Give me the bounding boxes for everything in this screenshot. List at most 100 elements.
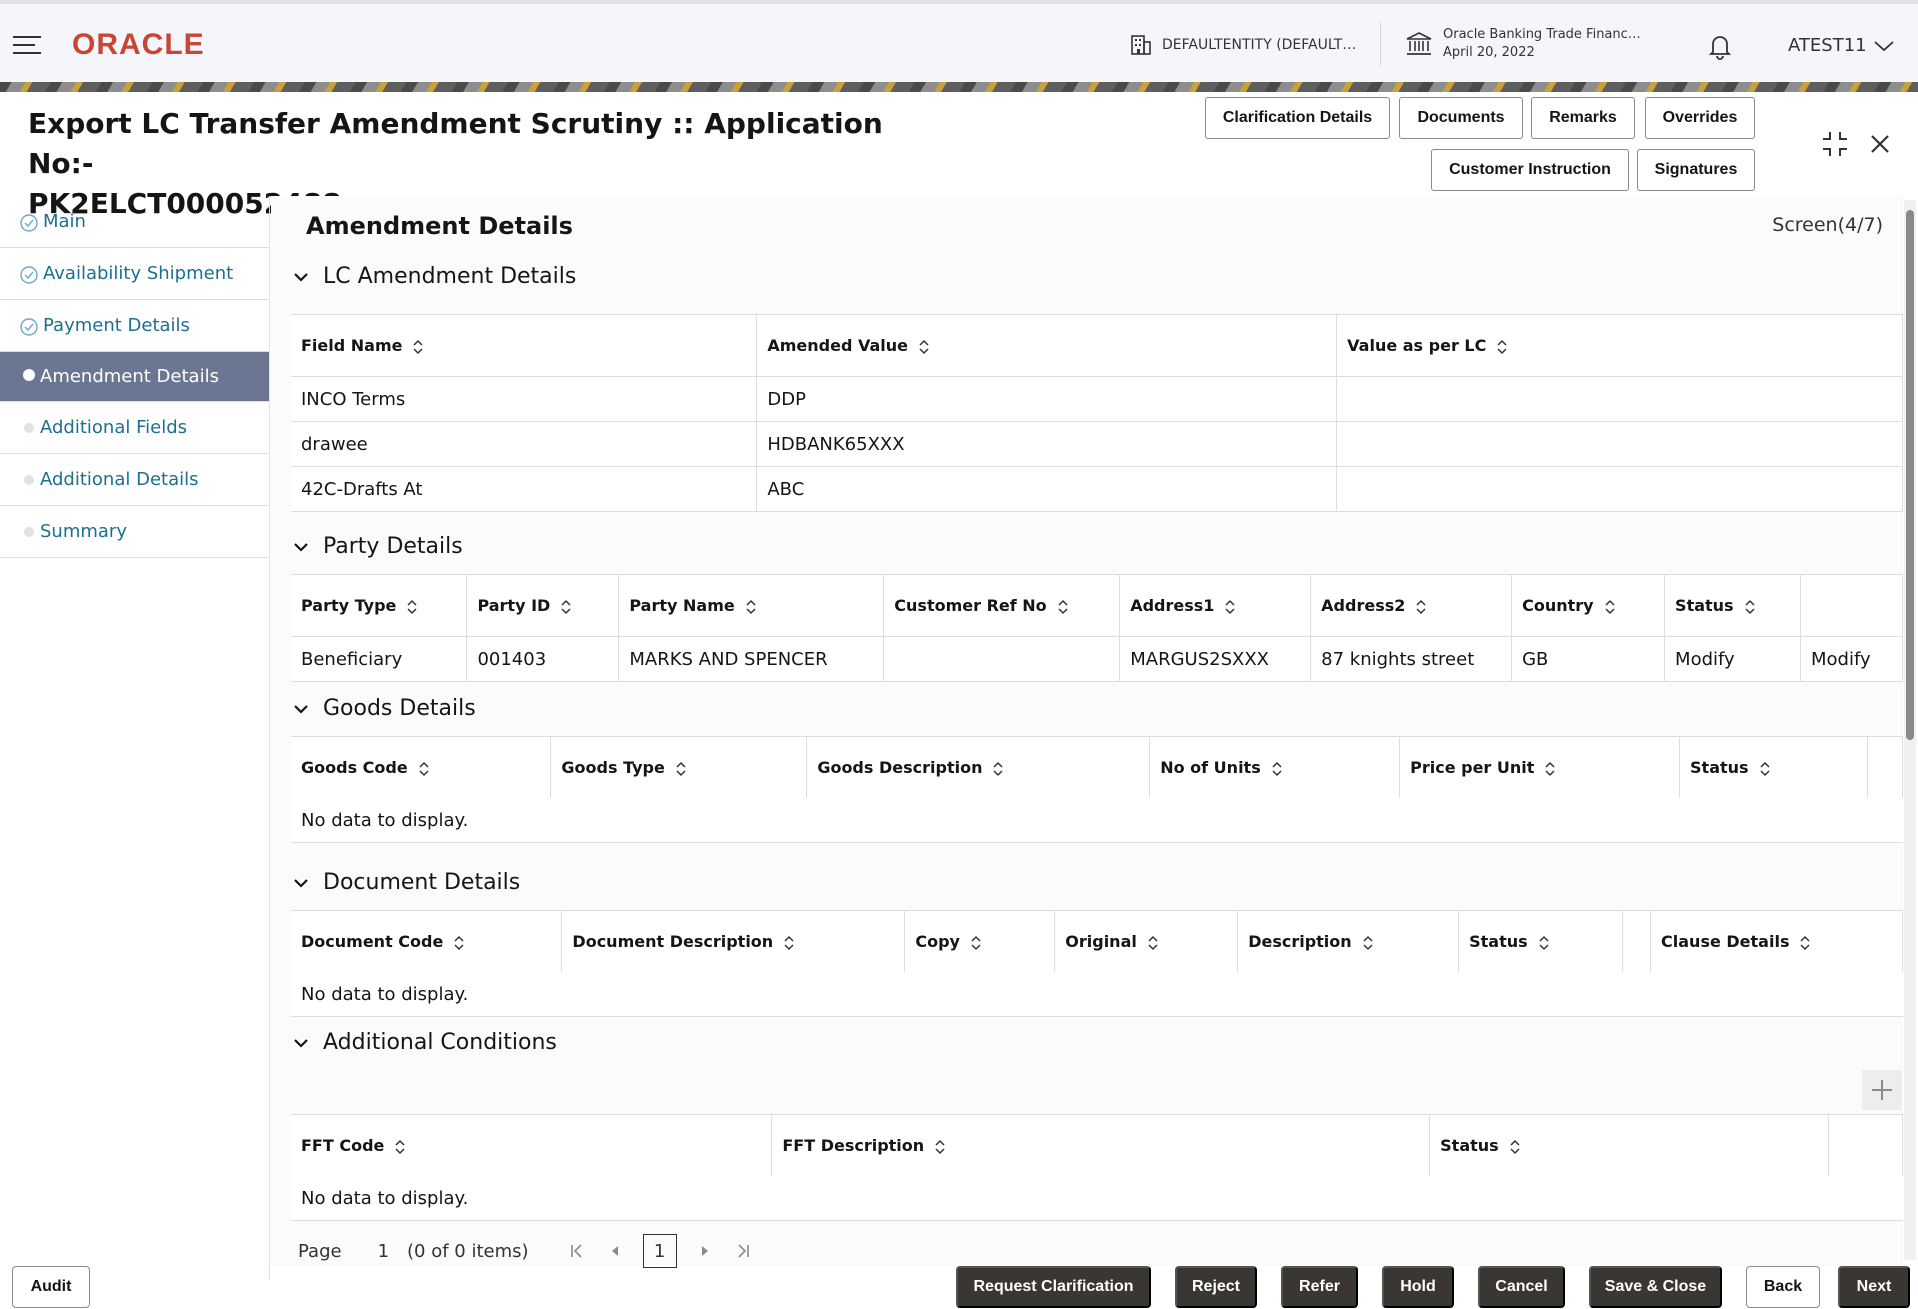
signatures-button[interactable]: Signatures bbox=[1637, 149, 1755, 191]
column-header[interactable]: Customer Ref No bbox=[883, 574, 1121, 637]
sort-icon[interactable] bbox=[1538, 935, 1550, 951]
sort-icon[interactable] bbox=[745, 599, 757, 615]
column-header[interactable]: Status bbox=[1664, 574, 1801, 637]
customer-instruction-button[interactable]: Customer Instruction bbox=[1431, 149, 1629, 191]
sort-icon[interactable] bbox=[934, 1139, 946, 1155]
last-page-icon[interactable] bbox=[735, 1243, 751, 1259]
sort-icon[interactable] bbox=[675, 761, 687, 777]
branch-info[interactable]: Oracle Banking Trade Financ… April 20, 2… bbox=[1405, 26, 1641, 62]
sort-icon[interactable] bbox=[1799, 935, 1811, 951]
sidebar-item-additional-details[interactable]: Additional Details bbox=[0, 454, 269, 506]
column-header[interactable]: Goods Description bbox=[806, 736, 1151, 799]
sidebar-item-additional-fields[interactable]: Additional Fields bbox=[0, 402, 269, 454]
sidebar-item-payment-details[interactable]: Payment Details bbox=[0, 300, 269, 352]
column-header[interactable]: Document Code bbox=[291, 910, 563, 973]
sort-icon[interactable] bbox=[1271, 761, 1283, 777]
sidebar-item-availability-shipment[interactable]: Availability Shipment bbox=[0, 248, 269, 300]
column-header[interactable]: Value as per LC bbox=[1336, 314, 1903, 377]
column-header[interactable]: FFT Code bbox=[291, 1114, 773, 1177]
remarks-button[interactable]: Remarks bbox=[1531, 97, 1635, 139]
column-header[interactable]: Clause Details bbox=[1650, 910, 1903, 973]
clarification-details-button[interactable]: Clarification Details bbox=[1205, 97, 1390, 139]
sort-icon[interactable] bbox=[1744, 599, 1756, 615]
column-header[interactable]: Address2 bbox=[1310, 574, 1513, 637]
user-menu[interactable]: ATEST11 bbox=[1788, 35, 1895, 56]
modify-link[interactable]: Modify bbox=[1800, 636, 1903, 682]
lc-amendment-section-toggle[interactable]: LC Amendment Details bbox=[293, 264, 576, 289]
column-header[interactable]: No of Units bbox=[1149, 736, 1401, 799]
column-header[interactable]: Country bbox=[1511, 574, 1666, 637]
refer-button[interactable]: Refer bbox=[1281, 1266, 1358, 1308]
column-header[interactable]: Status bbox=[1429, 1114, 1829, 1177]
minimize-icon[interactable] bbox=[1821, 130, 1849, 158]
save-close-button[interactable]: Save & Close bbox=[1589, 1266, 1722, 1308]
request-clarification-button[interactable]: Request Clarification bbox=[956, 1266, 1151, 1308]
sort-icon[interactable] bbox=[1057, 599, 1069, 615]
sort-icon[interactable] bbox=[1496, 339, 1508, 355]
sort-icon[interactable] bbox=[970, 935, 982, 951]
sort-icon[interactable] bbox=[1509, 1139, 1521, 1155]
cancel-button[interactable]: Cancel bbox=[1478, 1266, 1565, 1308]
scrollbar-thumb[interactable] bbox=[1906, 210, 1914, 740]
table-row[interactable]: drawee HDBANK65XXX bbox=[291, 421, 1903, 467]
hold-button[interactable]: Hold bbox=[1382, 1266, 1454, 1308]
main-scrollbar[interactable] bbox=[1904, 200, 1916, 1260]
sort-icon[interactable] bbox=[918, 339, 930, 355]
bell-icon[interactable] bbox=[1707, 32, 1733, 60]
column-header[interactable]: Party Name bbox=[618, 574, 885, 637]
sort-icon[interactable] bbox=[1415, 599, 1427, 615]
column-header[interactable]: Goods Type bbox=[550, 736, 808, 799]
sort-icon[interactable] bbox=[1759, 761, 1771, 777]
party-section-toggle[interactable]: Party Details bbox=[293, 534, 463, 559]
close-icon[interactable] bbox=[1866, 130, 1894, 158]
sort-icon[interactable] bbox=[1604, 599, 1616, 615]
goods-section-toggle[interactable]: Goods Details bbox=[293, 696, 476, 721]
hamburger-menu-icon[interactable] bbox=[13, 36, 41, 54]
current-page-box[interactable]: 1 bbox=[642, 1234, 677, 1268]
sort-icon[interactable] bbox=[1362, 935, 1374, 951]
documents-section-toggle[interactable]: Document Details bbox=[293, 870, 520, 895]
column-header[interactable]: Status bbox=[1458, 910, 1624, 973]
column-header[interactable]: Goods Code bbox=[291, 736, 552, 799]
first-page-icon[interactable] bbox=[569, 1243, 585, 1259]
column-header[interactable]: FFT Description bbox=[771, 1114, 1431, 1177]
conditions-section-toggle[interactable]: Additional Conditions bbox=[293, 1030, 557, 1055]
sort-icon[interactable] bbox=[412, 339, 424, 355]
overrides-button[interactable]: Overrides bbox=[1645, 97, 1755, 139]
sort-icon[interactable] bbox=[1224, 599, 1236, 615]
sort-icon[interactable] bbox=[418, 761, 430, 777]
add-condition-button[interactable] bbox=[1862, 1070, 1902, 1110]
table-row[interactable]: INCO Terms DDP bbox=[291, 376, 1903, 422]
documents-button[interactable]: Documents bbox=[1399, 97, 1523, 139]
entity-selector[interactable]: DEFAULTENTITY (DEFAULT… bbox=[1130, 34, 1356, 56]
sort-icon[interactable] bbox=[783, 935, 795, 951]
column-header[interactable]: Description bbox=[1237, 910, 1460, 973]
sidebar-item-main[interactable]: Main bbox=[0, 196, 269, 248]
table-row[interactable]: 42C-Drafts At ABC bbox=[291, 466, 1903, 512]
column-header[interactable]: Amended Value bbox=[756, 314, 1338, 377]
audit-button[interactable]: Audit bbox=[12, 1266, 90, 1308]
column-header[interactable]: Original bbox=[1054, 910, 1239, 973]
sort-icon[interactable] bbox=[406, 599, 418, 615]
table-row[interactable]: Beneficiary 001403 MARKS AND SPENCER MAR… bbox=[291, 636, 1903, 682]
sidebar-item-summary[interactable]: Summary bbox=[0, 506, 269, 558]
column-header[interactable]: Copy bbox=[904, 910, 1056, 973]
column-header[interactable]: Field Name bbox=[291, 314, 758, 377]
sort-icon[interactable] bbox=[992, 761, 1004, 777]
reject-button[interactable]: Reject bbox=[1175, 1266, 1257, 1308]
next-button[interactable]: Next bbox=[1838, 1266, 1910, 1308]
sort-icon[interactable] bbox=[1544, 761, 1556, 777]
sort-icon[interactable] bbox=[394, 1139, 406, 1155]
column-header[interactable]: Document Description bbox=[561, 910, 906, 973]
column-header[interactable]: Status bbox=[1679, 736, 1868, 799]
column-header[interactable]: Address1 bbox=[1119, 574, 1312, 637]
next-page-icon[interactable] bbox=[699, 1244, 711, 1258]
back-button[interactable]: Back bbox=[1746, 1266, 1820, 1308]
sort-icon[interactable] bbox=[1147, 935, 1159, 951]
column-header[interactable]: Price per Unit bbox=[1399, 736, 1681, 799]
sort-icon[interactable] bbox=[453, 935, 465, 951]
sidebar-item-amendment-details[interactable]: Amendment Details bbox=[0, 352, 269, 402]
sort-icon[interactable] bbox=[560, 599, 572, 615]
column-header[interactable]: Party ID bbox=[466, 574, 620, 637]
column-header[interactable]: Party Type bbox=[291, 574, 468, 637]
